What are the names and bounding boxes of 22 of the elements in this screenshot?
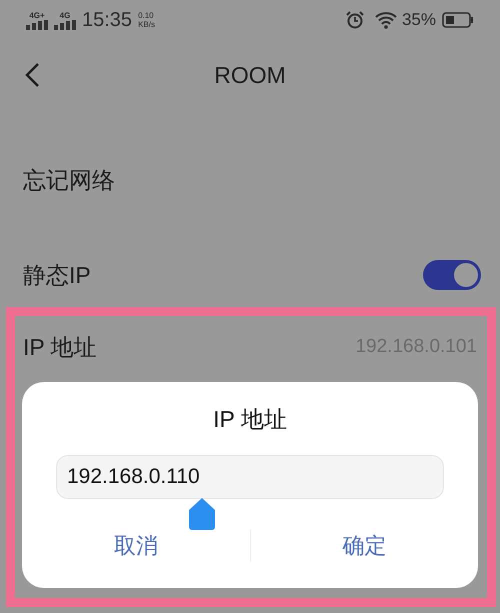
back-icon[interactable] [24, 62, 40, 88]
clock-time: 15:35 [82, 8, 132, 33]
signal-icon [26, 20, 48, 30]
wifi-icon [374, 11, 398, 29]
page-title: ROOM [214, 60, 286, 90]
network-label: 4G+ [29, 10, 45, 20]
speed-unit: KB/s [138, 20, 155, 29]
alarm-icon [346, 11, 364, 29]
battery-icon [442, 12, 474, 28]
toggle-switch[interactable] [423, 260, 481, 290]
dialog-button[interactable]: 取消 [108, 528, 164, 562]
dialog-title: IP 地址 [213, 405, 287, 434]
setting-label: 静态IP [23, 260, 91, 290]
ip-input-field[interactable]: 192.168.0.110 [56, 454, 444, 498]
dialog-button[interactable]: 确定 [336, 528, 392, 562]
network-label: 4G [60, 10, 70, 20]
setting-label: IP 地址 [23, 332, 97, 362]
battery-percent: 35% [402, 9, 436, 32]
signal-icon [54, 20, 76, 30]
text-cursor-handle[interactable] [189, 498, 215, 530]
speed-value: 0.10 [138, 11, 155, 20]
setting-label[interactable]: 忘记网络 [23, 162, 115, 198]
